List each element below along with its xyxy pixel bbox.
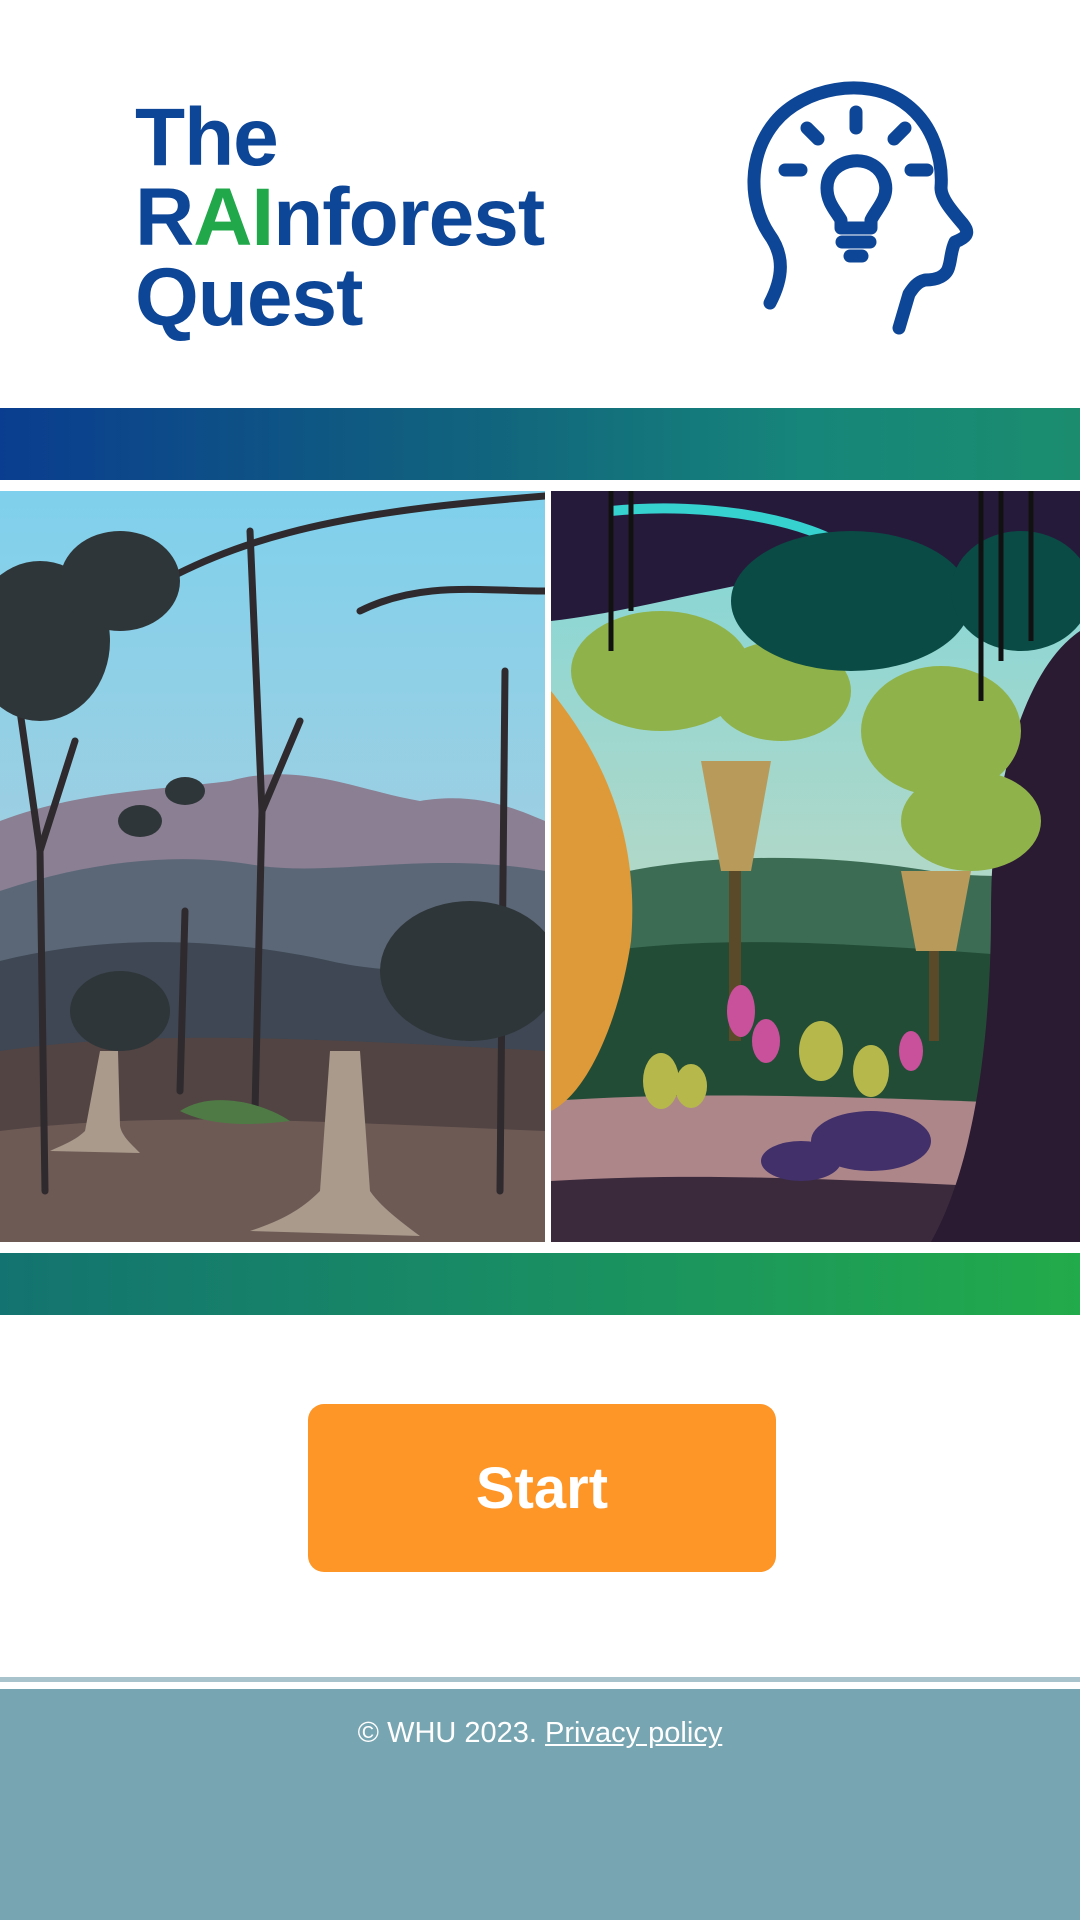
lush-rainforest-illustration xyxy=(551,491,1080,1242)
footer-text: © WHU 2023. Privacy policy xyxy=(0,1717,1080,1750)
title-line-1: The xyxy=(135,92,279,183)
illustration-strip xyxy=(0,491,1080,1242)
footer: © WHU 2023. Privacy policy xyxy=(0,1689,1080,1920)
start-button[interactable]: Start xyxy=(308,1404,776,1572)
head-lightbulb-icon xyxy=(747,81,974,335)
copyright-text: © WHU 2023. xyxy=(357,1717,537,1749)
app-title: The RAInforest Quest xyxy=(135,97,545,339)
title-line-2-prefix: R xyxy=(135,172,194,263)
footer-divider xyxy=(0,1677,1080,1682)
gradient-band-bottom xyxy=(0,1253,1080,1315)
gradient-band-top xyxy=(0,408,1080,480)
deforested-landscape-illustration xyxy=(0,491,545,1242)
title-line-3: Quest xyxy=(135,252,363,343)
title-ai-highlight: AI xyxy=(193,172,274,263)
header: The RAInforest Quest xyxy=(0,0,1080,408)
title-line-2-suffix: nforest xyxy=(273,172,545,263)
privacy-policy-link[interactable]: Privacy policy xyxy=(545,1717,722,1749)
